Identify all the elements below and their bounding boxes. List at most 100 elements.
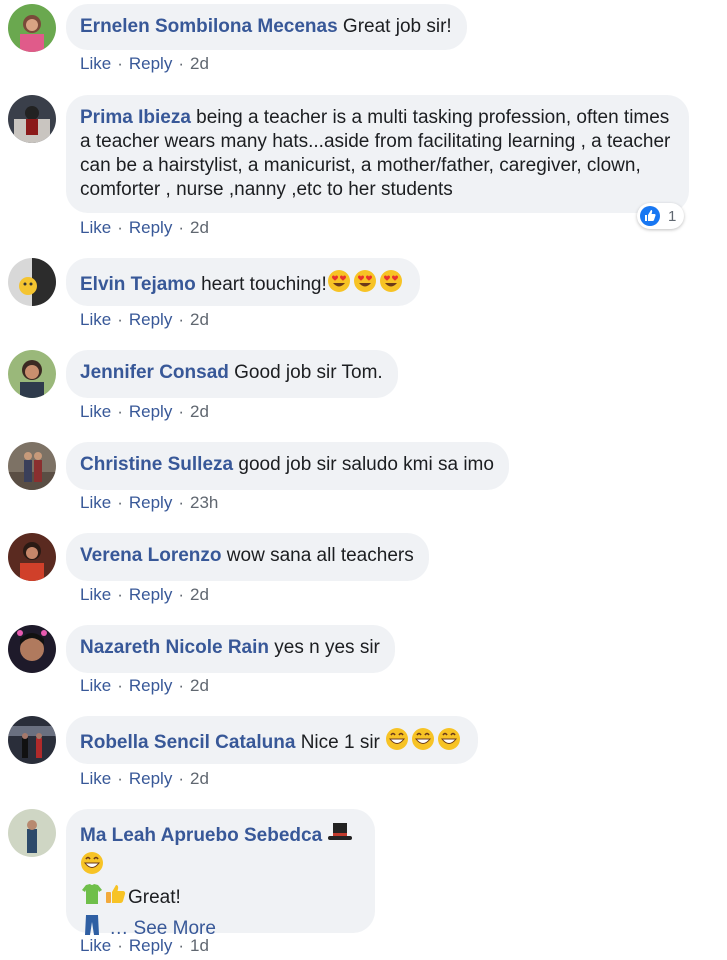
grinning-emoji-icon xyxy=(385,727,411,758)
separator: · xyxy=(117,676,123,695)
reply-button[interactable]: Reply xyxy=(129,310,172,329)
top-hat-emoji-icon xyxy=(327,820,353,851)
separator: · xyxy=(117,936,123,955)
avatar[interactable] xyxy=(8,95,56,143)
separator: · xyxy=(117,585,123,604)
like-reaction-icon xyxy=(640,206,660,226)
timestamp[interactable]: 23h xyxy=(190,493,218,512)
like-button[interactable]: Like xyxy=(80,936,111,955)
like-button[interactable]: Like xyxy=(80,54,111,73)
reply-button[interactable]: Reply xyxy=(129,54,172,73)
avatar[interactable] xyxy=(8,625,56,673)
comment-bubble: Christine Sulleza good job sir saludo km… xyxy=(66,442,509,490)
comment-text: Great job sir! xyxy=(342,16,452,37)
comment-actions: Like · Reply · 2d xyxy=(80,402,209,422)
avatar[interactable] xyxy=(8,4,56,52)
reply-button[interactable]: Reply xyxy=(129,936,172,955)
separator: · xyxy=(178,402,184,421)
avatar[interactable] xyxy=(8,258,56,306)
separator: · xyxy=(117,218,123,237)
comment-author[interactable]: Christine Sulleza xyxy=(80,454,233,475)
separator: · xyxy=(178,54,184,73)
like-button[interactable]: Like xyxy=(80,676,111,695)
reply-button[interactable]: Reply xyxy=(129,769,172,788)
comment-bubble: Prima Ibieza being a teacher is a multi … xyxy=(66,95,689,213)
grinning-emoji-icon xyxy=(80,851,106,882)
comment-text: Good job sir Tom. xyxy=(234,362,383,383)
like-button[interactable]: Like xyxy=(80,402,111,421)
avatar[interactable] xyxy=(8,350,56,398)
heart-eyes-emoji-icon xyxy=(327,269,353,300)
reply-button[interactable]: Reply xyxy=(129,676,172,695)
separator: · xyxy=(178,676,184,695)
comment-author[interactable]: Ernelen Sombilona Mecenas xyxy=(80,16,338,37)
comment-bubble: Robella Sencil Cataluna Nice 1 sir xyxy=(66,716,479,764)
comment-author[interactable]: Ma Leah Apruebo Sebedca xyxy=(80,825,322,846)
separator: · xyxy=(178,585,184,604)
reply-button[interactable]: Reply xyxy=(129,402,172,421)
avatar[interactable] xyxy=(8,533,56,581)
comment-bubble: Ma Leah Apruebo Sebedca Great! … See Mor… xyxy=(66,809,375,939)
comment-author[interactable]: Nazareth Nicole Rain xyxy=(80,637,269,658)
comment-text: Great! xyxy=(128,887,181,908)
like-button[interactable]: Like xyxy=(80,493,111,512)
reply-button[interactable]: Reply xyxy=(129,218,172,237)
like-button[interactable]: Like xyxy=(80,218,111,237)
reaction-count: 1 xyxy=(668,207,677,225)
separator: · xyxy=(178,310,184,329)
comment-author[interactable]: Verena Lorenzo xyxy=(80,545,222,566)
comment-author[interactable]: Prima Ibieza xyxy=(80,107,191,128)
comment-actions: Like · Reply · 2d xyxy=(80,769,209,789)
avatar[interactable] xyxy=(8,716,56,764)
heart-eyes-emoji-icon xyxy=(379,269,405,300)
avatar[interactable] xyxy=(8,809,56,857)
comment-bubble: Verena Lorenzo wow sana all teachers xyxy=(66,533,429,581)
comment-actions: Like · Reply · 1d xyxy=(80,936,209,956)
timestamp[interactable]: 1d xyxy=(190,936,209,955)
timestamp[interactable]: 2d xyxy=(190,769,209,788)
avatar[interactable] xyxy=(8,442,56,490)
separator: · xyxy=(117,769,123,788)
grinning-emoji-icon xyxy=(437,727,463,758)
comment-bubble: Ernelen Sombilona Mecenas Great job sir! xyxy=(66,4,467,50)
comment-bubble: Jennifer Consad Good job sir Tom. xyxy=(66,350,398,398)
comment-actions: Like · Reply · 2d xyxy=(80,676,209,696)
comment-actions: Like · Reply · 2d xyxy=(80,585,209,605)
heart-eyes-emoji-icon xyxy=(353,269,379,300)
timestamp[interactable]: 2d xyxy=(190,54,209,73)
comment-actions: Like · Reply · 2d xyxy=(80,218,209,238)
comment-bubble: Nazareth Nicole Rain yes n yes sir xyxy=(66,625,395,673)
comment-text: heart touching! xyxy=(201,274,327,295)
comment-text: yes n yes sir xyxy=(274,637,380,658)
like-button[interactable]: Like xyxy=(80,585,111,604)
separator: · xyxy=(117,54,123,73)
separator: · xyxy=(178,769,184,788)
timestamp[interactable]: 2d xyxy=(190,402,209,421)
comment-author[interactable]: Jennifer Consad xyxy=(80,362,229,383)
timestamp[interactable]: 2d xyxy=(190,676,209,695)
like-button[interactable]: Like xyxy=(80,310,111,329)
separator: · xyxy=(117,310,123,329)
comment-text: Nice 1 sir xyxy=(300,732,380,753)
separator: · xyxy=(117,493,123,512)
separator: · xyxy=(178,493,184,512)
like-button[interactable]: Like xyxy=(80,769,111,788)
comment-author[interactable]: Elvin Tejamo xyxy=(80,274,196,295)
comment-bubble: Elvin Tejamo heart touching! xyxy=(66,258,420,306)
comment-text: good job sir saludo kmi sa imo xyxy=(238,454,494,475)
timestamp[interactable]: 2d xyxy=(190,310,209,329)
comment-actions: Like · Reply · 23h xyxy=(80,493,218,513)
timestamp[interactable]: 2d xyxy=(190,585,209,604)
comment-actions: Like · Reply · 2d xyxy=(80,310,209,330)
comment-text: wow sana all teachers xyxy=(226,545,414,566)
reply-button[interactable]: Reply xyxy=(129,493,172,512)
separator: · xyxy=(178,218,184,237)
separator: · xyxy=(117,402,123,421)
grinning-emoji-icon xyxy=(411,727,437,758)
shirt-emoji-icon xyxy=(80,882,104,913)
reply-button[interactable]: Reply xyxy=(129,585,172,604)
reaction-badge[interactable]: 1 xyxy=(637,203,685,229)
timestamp[interactable]: 2d xyxy=(190,218,209,237)
separator: · xyxy=(178,936,184,955)
comment-author[interactable]: Robella Sencil Cataluna xyxy=(80,732,295,753)
